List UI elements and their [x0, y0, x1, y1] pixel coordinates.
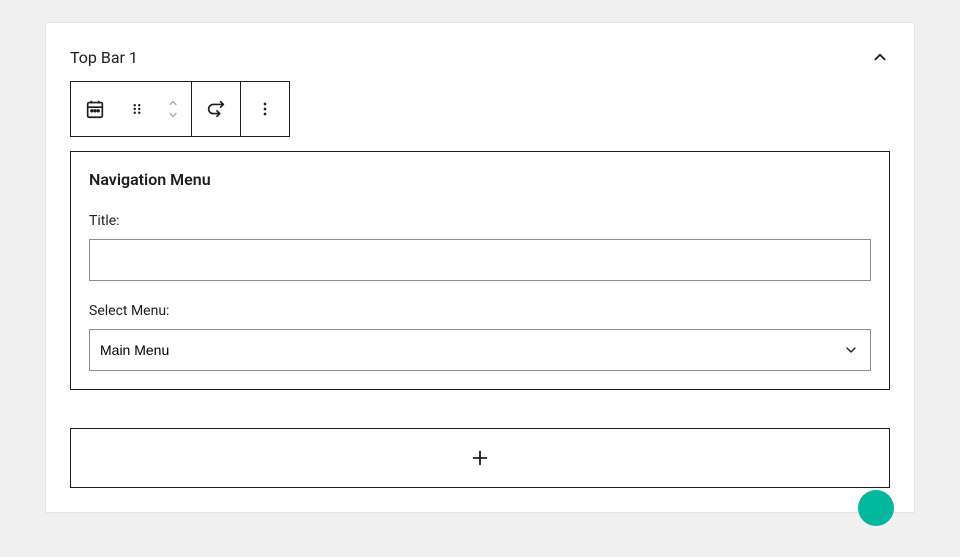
title-field-label: Title:	[89, 213, 871, 229]
chevron-up-icon	[871, 48, 889, 66]
panel-title: Top Bar 1	[70, 48, 138, 67]
add-block-button[interactable]	[70, 428, 890, 488]
more-options-button[interactable]	[241, 82, 289, 136]
drag-handle-icon	[128, 100, 146, 118]
move-updown-icon	[164, 97, 182, 121]
drag-handle-button[interactable]	[119, 82, 155, 136]
select-menu-label: Select Menu:	[89, 303, 871, 319]
toolbar-group-block	[71, 82, 192, 136]
block-type-button[interactable]	[71, 82, 119, 136]
widget-area-panel: Top Bar 1	[45, 22, 915, 513]
title-input[interactable]	[89, 239, 871, 281]
more-vertical-icon	[255, 99, 275, 119]
select-menu-dropdown[interactable]: Main Menu	[89, 329, 871, 371]
toolbar-group-transform	[192, 82, 241, 136]
widget-title: Navigation Menu	[89, 170, 871, 189]
block-toolbar	[70, 81, 290, 137]
transform-button[interactable]	[192, 82, 240, 136]
select-menu-wrapper: Main Menu	[89, 329, 871, 371]
collapse-toggle[interactable]	[870, 47, 890, 67]
navigation-menu-widget: Navigation Menu Title: Select Menu: Main…	[70, 151, 890, 390]
move-up-down-button[interactable]	[155, 82, 191, 136]
plus-icon	[469, 447, 491, 469]
toolbar-group-more	[241, 82, 289, 136]
swap-icon	[205, 98, 227, 120]
help-fab[interactable]	[858, 490, 894, 526]
calendar-icon	[84, 98, 106, 120]
panel-header: Top Bar 1	[70, 47, 890, 67]
